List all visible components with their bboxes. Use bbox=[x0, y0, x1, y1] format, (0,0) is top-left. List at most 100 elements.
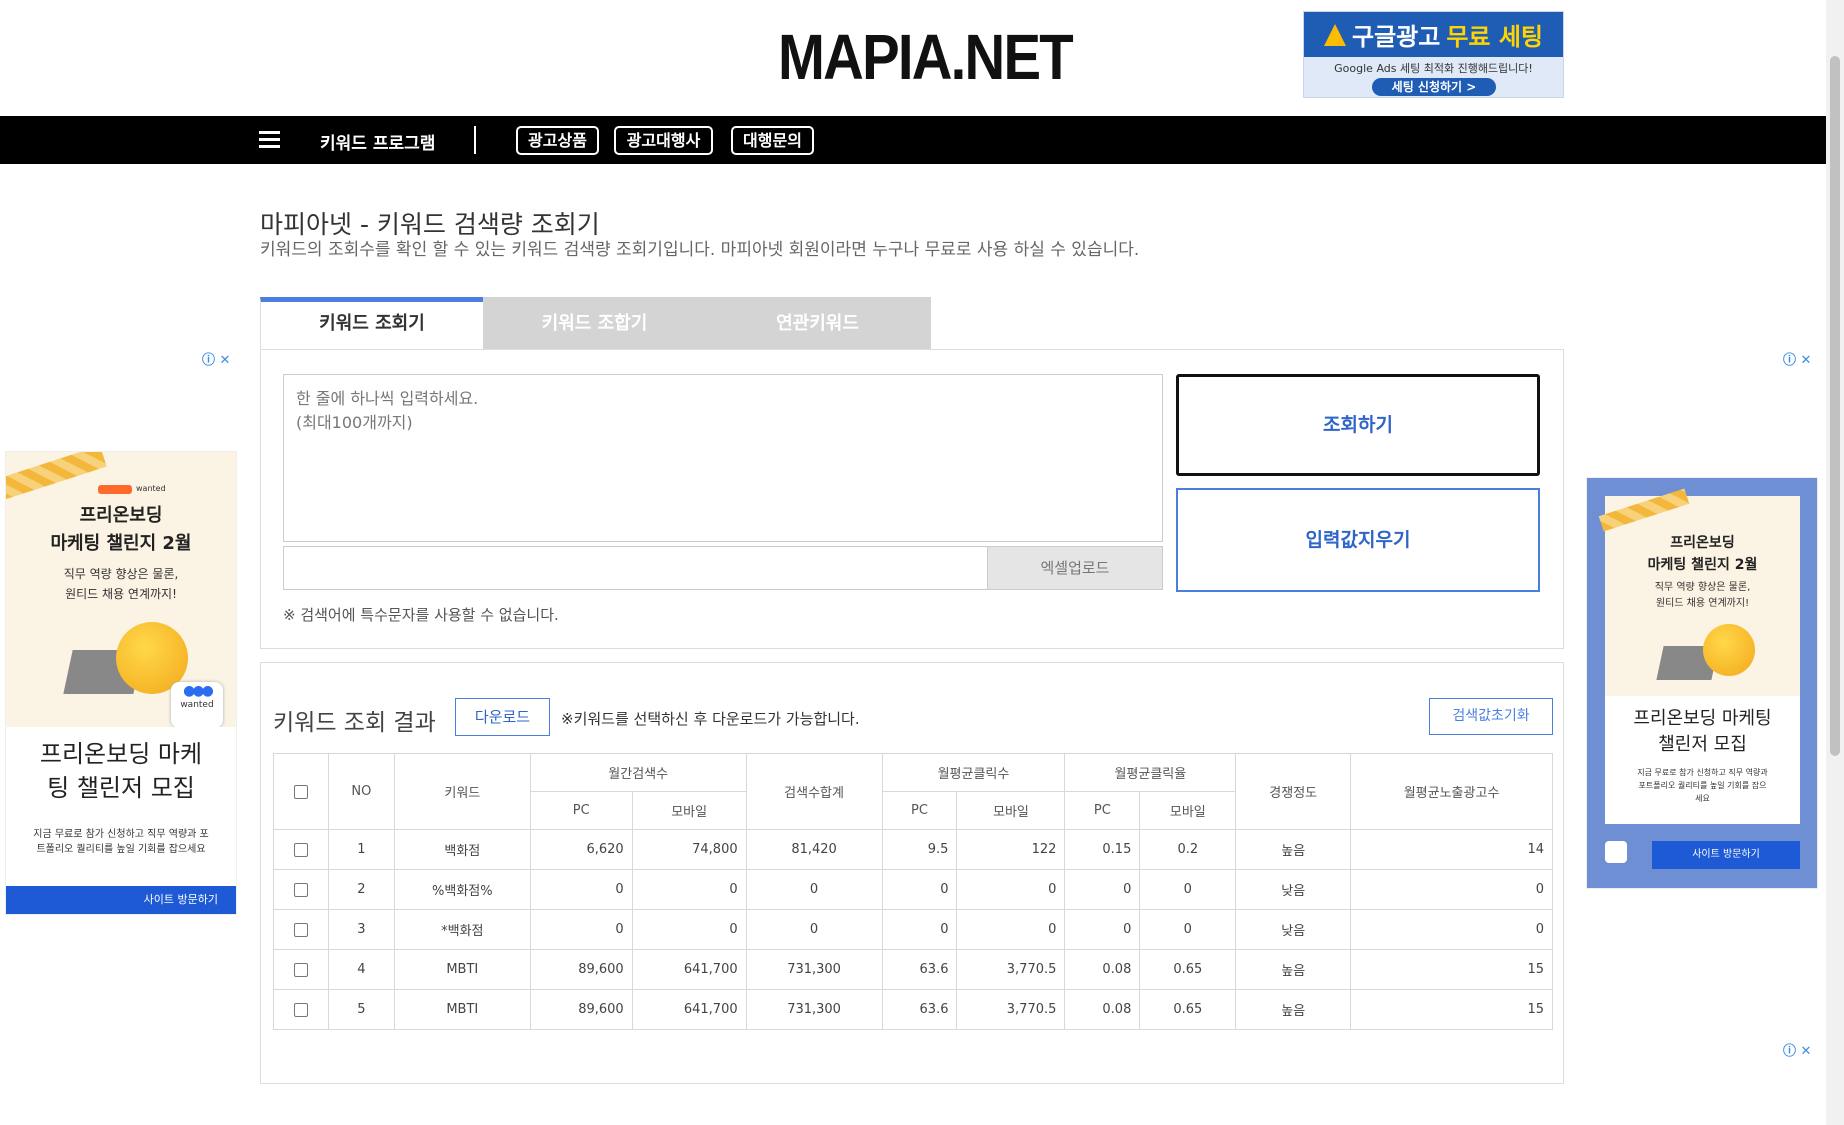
bottom-ad-close-icon[interactable]: ⓘ ✕ bbox=[1783, 1040, 1811, 1059]
clear-input-button[interactable]: 입력값지우기 bbox=[1176, 488, 1540, 592]
cell-impressions: 0 bbox=[1350, 869, 1553, 910]
cell-competition: 낮음 bbox=[1235, 869, 1352, 910]
results-table-body: 1 백화점 6,620 74,800 81,420 9.5 122 0.15 0.2 높음 14 2%… bbox=[273, 829, 1553, 1030]
file-input[interactable]: 엑셀업로드 bbox=[283, 546, 1163, 590]
tab-keyword-lookup[interactable]: 키워드 조회기 bbox=[260, 297, 483, 350]
results-title: 키워드 조회 결과 bbox=[273, 710, 436, 736]
cell-ctr-mobile: 0 bbox=[1139, 909, 1237, 950]
main-navbar: 키워드 프로그램 광고상품 광고대행사 대행문의 bbox=[0, 116, 1826, 164]
right-side-ad[interactable]: 프리온보딩 마케팅 챌린지 2월 직무 역량 향상은 물론, 원티드 채용 연계… bbox=[1586, 477, 1818, 889]
ad-text-area: 프리온보딩 마케팅 챌린저 모집 지금 무료로 참가 신청하고 직무 역량과 포… bbox=[1605, 696, 1800, 824]
header-clicks-mobile: 모바일 bbox=[956, 791, 1066, 830]
cell-ctr-pc: 0.15 bbox=[1064, 829, 1141, 870]
cell-no: 1 bbox=[327, 829, 395, 870]
cell-total: 731,300 bbox=[745, 989, 883, 1030]
wanted-logo-icon bbox=[1605, 841, 1627, 863]
ad-subtitle: 직무 역량 향상은 물론, 원티드 채용 연계까지! bbox=[63, 567, 179, 601]
cell-total: 0 bbox=[745, 869, 883, 910]
cell-pc: 89,600 bbox=[529, 989, 633, 1030]
header-search-pc: PC bbox=[529, 791, 633, 830]
cell-no: 3 bbox=[327, 909, 395, 950]
ad-ribbon-decoration bbox=[6, 452, 107, 501]
table-row[interactable]: 5 MBTI 89,600 641,700 731,300 63.6 3,770.5 0.08… bbox=[273, 989, 1553, 1030]
nav-button-agency-inquiry[interactable]: 대행문의 bbox=[731, 126, 814, 155]
ad-headline: 구글광고 무료 세팅 bbox=[1304, 12, 1563, 57]
cell-total: 81,420 bbox=[745, 829, 883, 870]
ad-title: 프리온보딩 마케팅 챌린지 2월 bbox=[50, 505, 192, 554]
ad-badge bbox=[98, 485, 132, 494]
cell-ctr-mobile: 0.65 bbox=[1139, 989, 1237, 1030]
tab-keyword-combiner[interactable]: 키워드 조합기 bbox=[483, 297, 706, 350]
cell-ctr-pc: 0 bbox=[1064, 869, 1141, 910]
table-row[interactable]: 3 *백화점 0 0 0 0 0 0 0 낮음 0 bbox=[273, 909, 1553, 950]
cell-competition: 낮음 bbox=[1235, 909, 1352, 950]
nav-keyword-program[interactable]: 키워드 프로그램 bbox=[320, 129, 435, 154]
cell-ctr-mobile: 0.65 bbox=[1139, 949, 1237, 990]
cell-ctr-mobile: 0.2 bbox=[1139, 829, 1237, 870]
left-ad-close-icon[interactable]: ⓘ ✕ bbox=[202, 349, 230, 368]
left-side-ad[interactable]: wanted 프리온보딩 마케팅 챌린지 2월 직무 역량 향상은 물론, 원티… bbox=[5, 451, 237, 915]
page-scrollbar[interactable] bbox=[1826, 0, 1844, 1125]
cell-keyword: MBTI bbox=[393, 989, 531, 1030]
results-table: NO 키워드 월간검색수 검색수합계 월평균클릭수 월평균클릭율 경쟁정도 월평… bbox=[273, 753, 1553, 1030]
row-select-cell bbox=[273, 949, 329, 990]
ad-visit-button[interactable]: 사이트 방문하기 bbox=[1652, 841, 1800, 869]
cell-mobile: 74,800 bbox=[631, 829, 747, 870]
cell-total: 731,300 bbox=[745, 949, 883, 990]
cell-no: 5 bbox=[327, 989, 395, 1030]
emoji-character-icon bbox=[1703, 624, 1755, 676]
table-row[interactable]: 1 백화점 6,620 74,800 81,420 9.5 122 0.15 0.2 높음 14 bbox=[273, 829, 1553, 870]
cell-pc: 0 bbox=[529, 909, 633, 950]
page-description: 키워드의 조회수를 확인 할 수 있는 키워드 검색량 조회기입니다. 마피아넷… bbox=[260, 240, 1140, 260]
row-checkbox[interactable] bbox=[293, 962, 308, 977]
tab-related-keywords[interactable]: 연관키워드 bbox=[706, 297, 929, 350]
site-logo[interactable]: MAPIA.NET bbox=[778, 20, 1074, 94]
cell-keyword: 백화점 bbox=[393, 829, 531, 870]
cell-keyword: MBTI bbox=[393, 949, 531, 990]
scrollbar-thumb[interactable] bbox=[1830, 56, 1840, 756]
row-checkbox[interactable] bbox=[293, 1002, 308, 1017]
header-avg-impressions: 월평균노출광고수 bbox=[1350, 753, 1553, 830]
cell-keyword: *백화점 bbox=[393, 909, 531, 950]
tool-tabs: 키워드 조회기 키워드 조합기 연관키워드 bbox=[260, 297, 931, 350]
top-banner-ad[interactable]: 구글광고 무료 세팅 Google Ads 세팅 최적화 진행해드립니다! 세팅… bbox=[1303, 11, 1564, 98]
header-competition: 경쟁정도 bbox=[1235, 753, 1352, 830]
cell-no: 4 bbox=[327, 949, 395, 990]
nav-button-ad-products[interactable]: 광고상품 bbox=[516, 126, 599, 155]
row-checkbox[interactable] bbox=[293, 922, 308, 937]
right-ad-close-icon[interactable]: ⓘ ✕ bbox=[1783, 349, 1811, 368]
cell-mobile: 0 bbox=[631, 869, 747, 910]
search-button[interactable]: 조회하기 bbox=[1176, 374, 1540, 476]
download-button[interactable]: 다운로드 bbox=[455, 698, 550, 736]
table-row[interactable]: 2 %백화점% 0 0 0 0 0 0 0 낮음 0 bbox=[273, 869, 1553, 910]
ad-headline: 프리온보딩 마케팅 챌린저 모집 bbox=[1633, 708, 1772, 755]
excel-upload-button[interactable]: 엑셀업로드 bbox=[987, 547, 1162, 589]
select-all-checkbox[interactable] bbox=[293, 784, 308, 799]
keyword-textarea[interactable]: 한 줄에 하나씩 입력하세요. (최대100개까지) bbox=[283, 374, 1163, 542]
row-select-cell bbox=[273, 909, 329, 950]
cell-pc: 89,600 bbox=[529, 949, 633, 990]
header-avg-clicks: 월평균클릭수 bbox=[881, 753, 1066, 792]
cell-no: 2 bbox=[327, 869, 395, 910]
row-select-cell bbox=[273, 829, 329, 870]
row-checkbox[interactable] bbox=[293, 882, 308, 897]
ad-body: 지금 무료로 참가 신청하고 직무 역량과 포 트폴리오 퀄리티를 높일 기회를… bbox=[33, 829, 209, 855]
ad-visit-button[interactable]: 사이트 방문하기 bbox=[6, 886, 236, 914]
nav-button-ad-agencies[interactable]: 광고대행사 bbox=[614, 126, 713, 155]
download-note: ※키워드를 선택하신 후 다운로드가 가능합니다. bbox=[561, 710, 860, 728]
cell-click-mobile: 3,770.5 bbox=[956, 989, 1066, 1030]
cell-ctr-pc: 0 bbox=[1064, 909, 1141, 950]
cell-click-pc: 0 bbox=[881, 909, 958, 950]
cell-mobile: 641,700 bbox=[631, 949, 747, 990]
reset-search-button[interactable]: 검색값초기화 bbox=[1429, 698, 1553, 735]
table-row[interactable]: 4 MBTI 89,600 641,700 731,300 63.6 3,770.5 0.08… bbox=[273, 949, 1553, 990]
ad-cta-button[interactable]: 세팅 신청하기 > bbox=[1372, 78, 1496, 96]
cell-click-mobile: 0 bbox=[956, 909, 1066, 950]
row-checkbox[interactable] bbox=[293, 842, 308, 857]
ad-subtitle: 직무 역량 향상은 물론, 원티드 채용 연계까지! bbox=[1654, 582, 1751, 609]
cell-ctr-pc: 0.08 bbox=[1064, 949, 1141, 990]
keyword-input-panel: 한 줄에 하나씩 입력하세요. (최대100개까지) 엑셀업로드 ※ 검색어에 … bbox=[260, 349, 1564, 649]
google-ads-icon bbox=[1323, 23, 1346, 46]
cell-click-mobile: 3,770.5 bbox=[956, 949, 1066, 990]
hamburger-menu-icon[interactable] bbox=[259, 131, 280, 149]
